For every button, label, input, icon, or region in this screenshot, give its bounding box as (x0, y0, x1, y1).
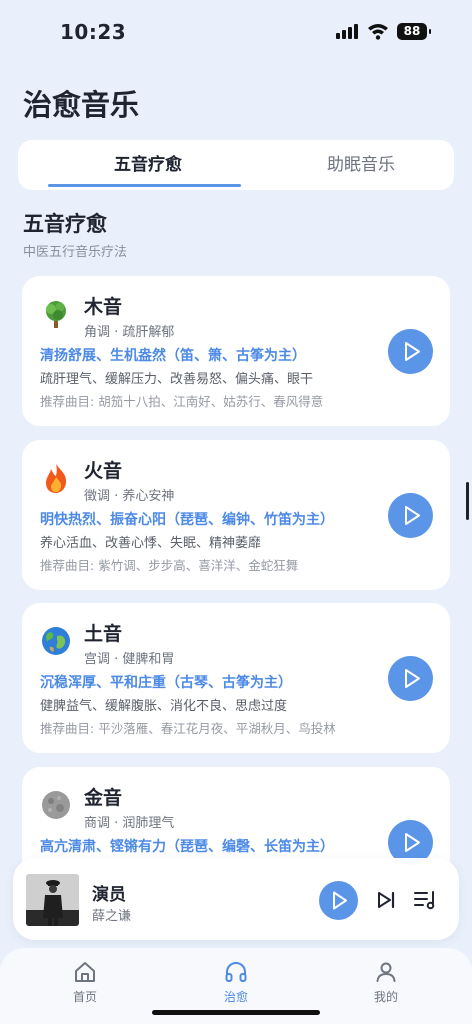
page-title: 治愈音乐 (23, 88, 140, 122)
tab-home[interactable]: 首页 (45, 960, 125, 1005)
play-icon (405, 506, 420, 525)
tracks-label: 推荐曲目: (40, 721, 95, 736)
status-bar: 10:23 88 (0, 0, 472, 62)
tab-sleep-music[interactable]: 助眠音乐 (261, 140, 461, 190)
active-tab-indicator (48, 184, 241, 187)
card-name: 火音 (84, 460, 123, 482)
tab-label: 我的 (373, 990, 398, 1004)
music-card-fire[interactable]: 火音 徵调 · 养心安神 明快热烈、振奋心阳（琵琶、编钟、竹笛为主） 养心活血、… (22, 440, 450, 590)
fire-icon (46, 464, 67, 493)
tracks-list: 平沙落雁、春江花月夜、平湖秋月、鸟投林 (98, 721, 336, 736)
card-effects: 疏肝理气、缓解压力、改善易怒、偏头痛、眼干 (40, 372, 314, 387)
tab-label: 首页 (72, 990, 97, 1004)
tracks-label: 推荐曲目: (40, 394, 95, 409)
tracks-list: 胡笳十八拍、江南好、姑苏行、春风得意 (98, 394, 324, 409)
tab-wuyin-healing[interactable]: 五音疗愈 (48, 140, 248, 190)
play-icon (405, 669, 420, 688)
card-tagline: 清扬舒展、生机盎然（笛、箫、古筝为主） (40, 348, 306, 364)
playlist-icon[interactable] (413, 889, 437, 911)
earth-globe-icon (42, 627, 70, 655)
song-title: 演员 (92, 885, 126, 905)
card-meta: 角调 · 疏肝解郁 (84, 325, 175, 340)
card-effects: 健脾益气、缓解腹胀、消化不良、思虑过度 (40, 699, 288, 714)
play-icon (333, 891, 347, 910)
person-icon (376, 962, 396, 982)
tab-healing[interactable]: 治愈 (196, 960, 276, 1005)
card-tracks: 推荐曲目: 胡笳十八拍、江南好、姑苏行、春风得意 (40, 391, 323, 410)
tab-profile[interactable]: 我的 (346, 960, 426, 1005)
section-title: 五音疗愈 (23, 212, 107, 236)
card-meta: 徵调 · 养心安神 (84, 489, 175, 504)
card-effects: 养心活血、改善心悸、失眠、精神萎靡 (40, 536, 262, 551)
tab-label: 治愈 (223, 990, 248, 1004)
section-subtitle: 中医五行音乐疗法 (23, 245, 128, 260)
status-time: 10:23 (60, 20, 127, 44)
home-icon (75, 962, 95, 982)
headphones-icon (225, 961, 247, 982)
tracks-list: 紫竹调、步步高、喜洋洋、金蛇狂舞 (98, 558, 299, 573)
scrollbar-thumb[interactable] (466, 482, 469, 520)
album-art-icon (26, 874, 79, 926)
card-meta: 商调 · 润肺理气 (84, 816, 175, 831)
card-name: 土音 (84, 623, 123, 645)
song-artist: 薛之谦 (92, 909, 132, 924)
skip-next-icon[interactable] (375, 889, 397, 911)
mini-play-button[interactable] (319, 881, 358, 920)
card-meta: 宫调 · 健脾和胃 (84, 652, 175, 667)
card-name: 金音 (84, 787, 123, 809)
play-icon (405, 342, 420, 361)
card-tagline: 明快热烈、振奋心阳（琵琶、编钟、竹笛为主） (40, 512, 334, 528)
mini-player[interactable]: 演员 薛之谦 (13, 858, 459, 940)
home-indicator[interactable] (152, 1010, 320, 1015)
moon-icon (42, 791, 70, 819)
segment-tabs: 五音疗愈 助眠音乐 (18, 140, 454, 190)
card-tracks: 推荐曲目: 平沙落雁、春江花月夜、平湖秋月、鸟投林 (40, 718, 336, 737)
play-button[interactable] (388, 493, 433, 538)
play-button[interactable] (388, 656, 433, 701)
card-tagline: 高亢清肃、铿锵有力（琵琶、编磬、长笛为主） (40, 839, 334, 855)
play-button[interactable] (388, 329, 433, 374)
wifi-icon (368, 24, 388, 40)
album-cover (26, 874, 79, 926)
card-tagline: 沉稳浑厚、平和庄重（古琴、古筝为主） (40, 675, 292, 691)
cellular-signal-icon (336, 24, 358, 39)
card-tracks: 推荐曲目: 紫竹调、步步高、喜洋洋、金蛇狂舞 (40, 555, 298, 574)
tracks-label: 推荐曲目: (40, 558, 95, 573)
card-name: 木音 (84, 296, 123, 318)
music-card-wood[interactable]: 木音 角调 · 疏肝解郁 清扬舒展、生机盎然（笛、箫、古筝为主） 疏肝理气、缓解… (22, 276, 450, 426)
tree-icon (46, 301, 66, 328)
music-card-earth[interactable]: 土音 宫调 · 健脾和胃 沉稳浑厚、平和庄重（古琴、古筝为主） 健脾益气、缓解腹… (22, 603, 450, 753)
battery-icon: 88 (397, 23, 431, 40)
